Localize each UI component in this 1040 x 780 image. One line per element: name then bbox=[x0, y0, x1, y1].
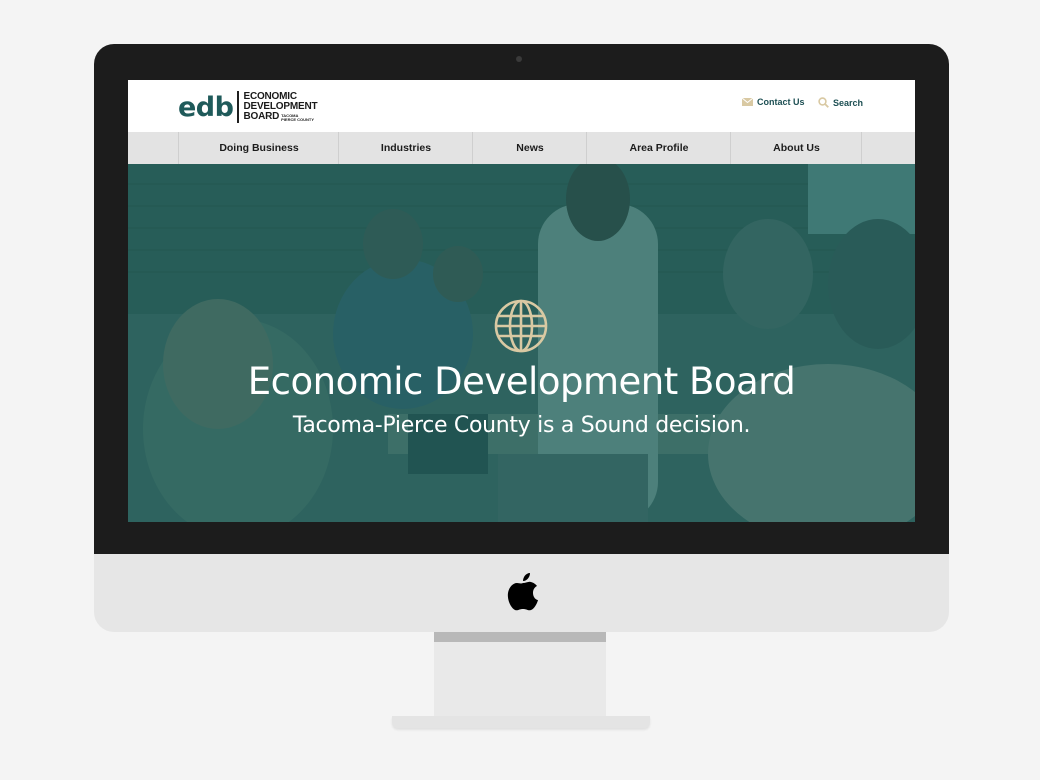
logo-line-board: BOARD bbox=[243, 111, 280, 122]
search-label: Search bbox=[833, 97, 864, 108]
globe-icon bbox=[494, 299, 548, 353]
hero-title: Economic Development Board bbox=[247, 360, 796, 403]
monitor-chin bbox=[94, 554, 949, 632]
camera-dot bbox=[516, 56, 522, 62]
logo-wordmark: ECONOMIC DEVELOPMENT BOARD TACOMA PIERCE… bbox=[243, 92, 317, 122]
hero-banner: Economic Development Board Tacoma-Pierce… bbox=[128, 164, 915, 522]
stand-neck bbox=[434, 632, 606, 642]
nav-item-about-us[interactable]: About Us bbox=[730, 132, 862, 164]
magnifier-icon bbox=[818, 97, 829, 108]
nav-item-news[interactable]: News bbox=[472, 132, 587, 164]
logo-line-board-row: BOARD TACOMA PIERCE COUNTY bbox=[243, 112, 317, 122]
contact-us-link[interactable]: Contact Us bbox=[742, 97, 805, 107]
search-link[interactable]: Search bbox=[818, 97, 863, 108]
stand-base bbox=[392, 716, 650, 728]
nav-item-industries[interactable]: Industries bbox=[338, 132, 473, 164]
hero-subtitle: Tacoma-Pierce County is a Sound decision… bbox=[292, 413, 751, 438]
stand bbox=[434, 642, 606, 716]
nav-item-doing-business[interactable]: Doing Business bbox=[178, 132, 339, 164]
apple-logo-icon bbox=[507, 573, 538, 611]
logo-divider bbox=[237, 91, 240, 123]
logo-sub-county: PIERCE COUNTY bbox=[281, 116, 315, 122]
logo-mark: edb bbox=[178, 91, 234, 123]
logo-subline: TACOMA PIERCE COUNTY bbox=[281, 113, 315, 122]
browser-screen: edb ECONOMIC DEVELOPMENT BOARD TACOMA PI… bbox=[128, 80, 915, 522]
contact-us-label: Contact Us bbox=[757, 97, 805, 107]
edb-logo[interactable]: edb ECONOMIC DEVELOPMENT BOARD TACOMA PI… bbox=[178, 90, 318, 124]
nav-divider bbox=[861, 132, 862, 164]
envelope-icon bbox=[742, 98, 753, 106]
site-header: edb ECONOMIC DEVELOPMENT BOARD TACOMA PI… bbox=[128, 80, 915, 132]
main-nav: Doing Business Industries News Area Prof… bbox=[128, 132, 915, 165]
nav-item-area-profile[interactable]: Area Profile bbox=[586, 132, 731, 164]
